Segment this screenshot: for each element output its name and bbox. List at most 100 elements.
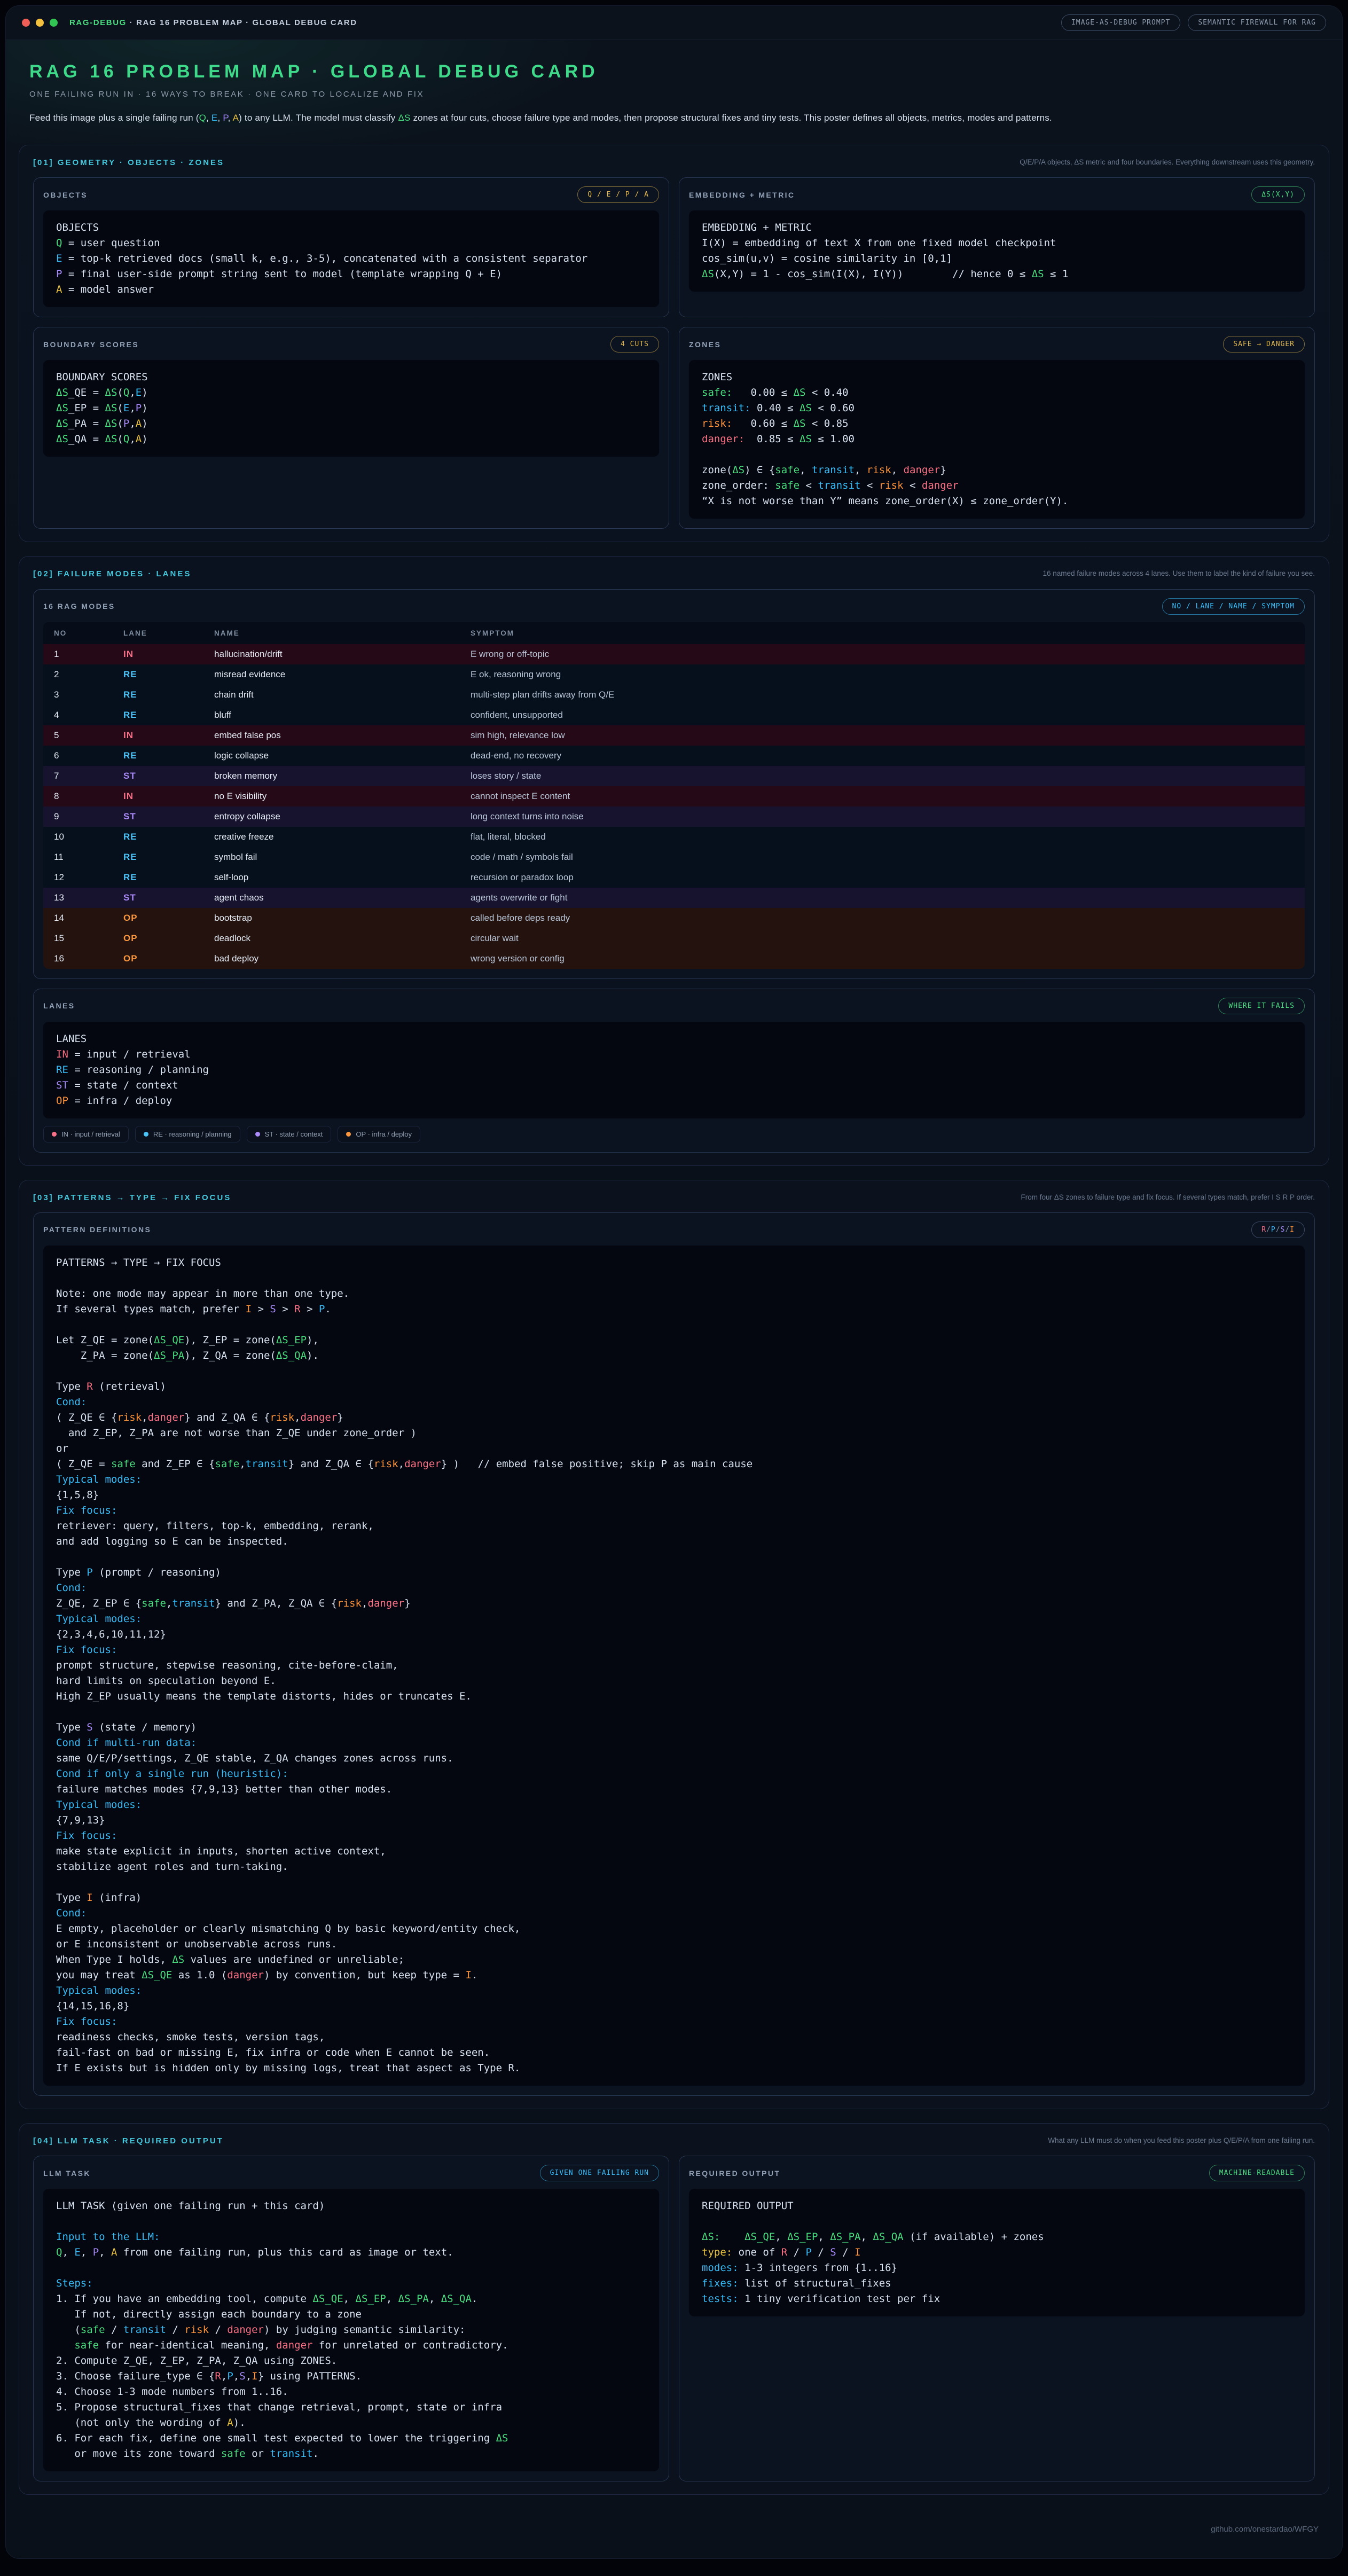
panel-boundary-scores: BOUNDARY SCORES 4 CUTS BOUNDARY SCORESΔS… — [33, 327, 669, 529]
code-line: Type R (retrieval) — [56, 1379, 1292, 1395]
code-line — [702, 447, 1292, 463]
code-token: Type — [56, 1892, 87, 1904]
mode-cell: misread evidence — [203, 664, 460, 685]
badge-table-columns: NO / LANE / NAME / SYMPTOM — [1162, 598, 1305, 615]
code-line: ΔS_EP = ΔS(E,P) — [56, 401, 646, 416]
code-token: Z_QE, Z_EP ∈ { — [56, 1598, 142, 1609]
code-token: fixes: — [702, 2277, 739, 2289]
code-line: type: one of R / P / S / I — [702, 2245, 1292, 2260]
code-token: ΔS — [398, 113, 410, 123]
zones-code-block: ZONESsafe: 0.00 ≤ ΔS < 0.40transit: 0.40… — [689, 360, 1305, 519]
code-token: A — [111, 2246, 117, 2258]
code-line: Type I (infra) — [56, 1890, 1292, 1906]
code-token: transit — [123, 2324, 166, 2336]
code-token: risk — [337, 1598, 362, 1609]
code-token: risk — [117, 1412, 142, 1423]
code-token: P — [123, 418, 129, 429]
code-line: or E inconsistent or unobservable across… — [56, 1937, 1292, 1952]
mode-row: 4REbluffconfident, unsupported — [43, 705, 1305, 725]
code-token: retriever: query, filters, top-k, embedd… — [56, 1520, 374, 1532]
code-token: ( — [56, 2324, 81, 2336]
code-line: transit: 0.40 ≤ ΔS < 0.60 — [702, 401, 1292, 416]
minimize-window-icon[interactable] — [36, 19, 44, 27]
code-token: A — [136, 418, 142, 429]
code-token: “X is not worse than Y” means zone_order… — [702, 495, 1068, 507]
code-line: danger: 0.85 ≤ ΔS ≤ 1.00 — [702, 432, 1292, 447]
mode-row: 11REsymbol failcode / math / symbols fai… — [43, 847, 1305, 867]
code-token: S — [830, 2246, 836, 2258]
mode-lane-cell: ST — [113, 888, 203, 908]
code-token: OBJECTS — [56, 222, 99, 233]
panel-label: LANES — [43, 1001, 75, 1010]
code-token: transit — [812, 464, 855, 476]
code-token: = infra / deploy — [68, 1095, 172, 1107]
code-token: or — [246, 2448, 270, 2460]
code-token: P — [87, 1567, 92, 1578]
code-token: S — [87, 1721, 92, 1733]
code-line: OBJECTS — [56, 220, 646, 236]
debug-card-window: RAG-DEBUG · RAG 16 PROBLEM MAP · GLOBAL … — [5, 5, 1343, 2559]
code-token: } — [337, 1412, 343, 1423]
mode-cell: 4 — [43, 705, 113, 725]
code-token: ) by judging semantic similarity: — [264, 2324, 466, 2336]
code-token: , — [166, 1598, 172, 1609]
code-line: 4. Choose 1-3 mode numbers from 1..16. — [56, 2384, 646, 2400]
code-line: A = model answer — [56, 282, 646, 297]
mode-cell: no E visibility — [203, 786, 460, 807]
code-token: } and Z_QA ∈ { — [184, 1412, 270, 1423]
code-line: ( Z_QE = safe and Z_EP ∈ {safe,transit} … — [56, 1457, 1292, 1472]
code-token: , — [239, 1458, 245, 1470]
code-token: ΔS_QA — [873, 2231, 903, 2243]
mode-cell: circular wait — [460, 928, 1305, 949]
code-token: , — [855, 464, 867, 476]
code-token: ( — [117, 418, 123, 429]
code-token: , — [206, 113, 211, 123]
code-line: I(X) = embedding of text X from one fixe… — [702, 236, 1292, 251]
mode-cell: cannot inspect E content — [460, 786, 1305, 807]
badge-given-one-failing-run: GIVEN ONE FAILING RUN — [540, 2165, 659, 2181]
code-token: ≤ 1.00 — [812, 433, 855, 445]
panel-objects: OBJECTS Q / E / P / A OBJECTSQ = user qu… — [33, 177, 669, 317]
modes-table-header-row: NOLANENAMESYMPTOM — [43, 622, 1305, 644]
lane-dot-icon — [346, 1132, 351, 1137]
mode-cell: loses story / state — [460, 766, 1305, 786]
code-token: transit — [270, 2448, 312, 2460]
code-token: ΔS — [800, 402, 812, 414]
code-token: (state / memory) — [93, 1721, 197, 1733]
code-token: ΔS — [1032, 268, 1044, 280]
code-token: risk — [879, 480, 904, 491]
code-line: or — [56, 1441, 1292, 1457]
code-token: safe — [81, 2324, 105, 2336]
code-line: ΔS_QE = ΔS(Q,E) — [56, 385, 646, 401]
code-token: danger — [367, 1598, 404, 1609]
code-line — [702, 2214, 1292, 2229]
modes-table: NOLANENAMESYMPTOM 1INhallucination/drift… — [43, 622, 1305, 969]
code-token: < 0.40 — [805, 387, 848, 398]
code-token: , — [246, 2370, 252, 2382]
close-window-icon[interactable] — [22, 19, 30, 27]
code-token: 6. For each fix, define one small test e… — [56, 2432, 496, 2444]
lane-legend-chip: ST · state / context — [247, 1126, 332, 1142]
code-token: Fix focus: — [56, 1505, 117, 1516]
mode-cell: recursion or paradox loop — [460, 867, 1305, 888]
mode-lane-cell: RE — [113, 705, 203, 725]
code-token: A — [56, 284, 62, 295]
mode-cell: flat, literal, blocked — [460, 827, 1305, 847]
code-line: retriever: query, filters, top-k, embedd… — [56, 1518, 1292, 1534]
code-token: = reasoning / planning — [68, 1064, 209, 1076]
code-token: values are undefined or unreliable; — [184, 1954, 404, 1966]
code-line: safe for near-identical meaning, danger … — [56, 2338, 646, 2353]
code-token: risk: — [702, 418, 732, 429]
maximize-window-icon[interactable] — [50, 19, 58, 27]
code-token: ≤ 1 — [1044, 268, 1069, 280]
code-token: / — [1266, 1226, 1271, 1234]
badge-semantic-firewall: SEMANTIC FIREWALL FOR RAG — [1188, 14, 1326, 31]
code-line: {1,5,8} — [56, 1487, 1292, 1503]
code-token: A — [227, 2417, 233, 2429]
github-link[interactable]: github.com/onestardao/WFGY — [1211, 2525, 1319, 2534]
code-token: 0.40 ≤ — [751, 402, 800, 414]
code-line — [56, 1364, 1292, 1379]
code-token: _PA = — [68, 418, 105, 429]
code-token: , — [62, 2246, 74, 2258]
section-label: [02] FAILURE MODES · LANES — [33, 568, 191, 578]
